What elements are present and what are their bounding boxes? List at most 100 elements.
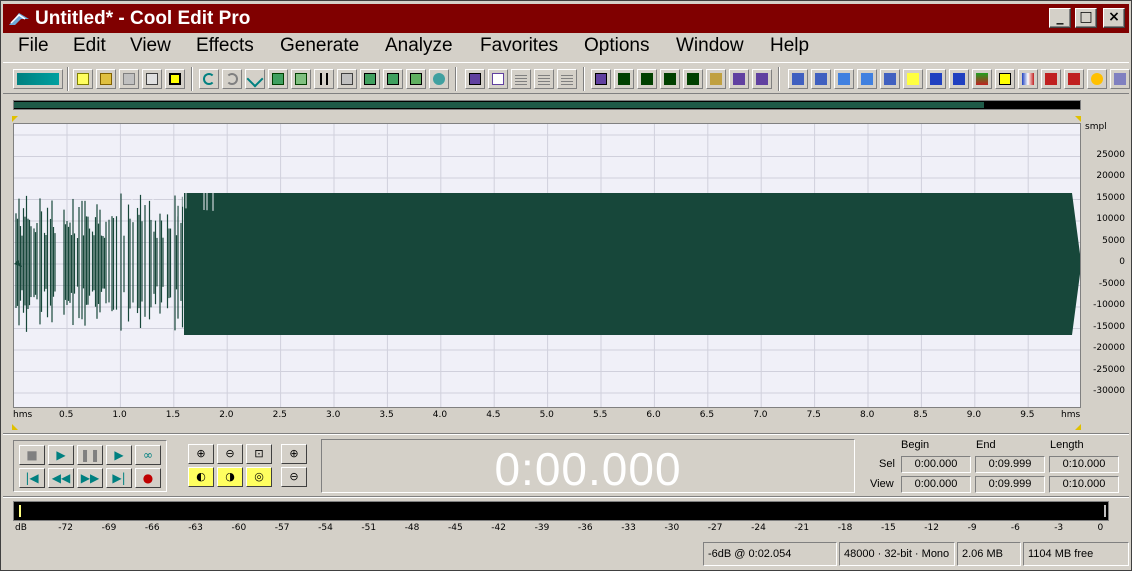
transform-3-icon[interactable]: [660, 69, 680, 89]
effect-8-icon[interactable]: [949, 69, 969, 89]
cut-icon[interactable]: [314, 69, 334, 89]
effect-5-icon[interactable]: [880, 69, 900, 89]
toggle-waveform-view-button[interactable]: [13, 69, 63, 89]
sel-end-field[interactable]: 0:09.999: [975, 456, 1045, 473]
new-file-button[interactable]: [73, 69, 93, 89]
start-marker-bottom-icon[interactable]: [12, 424, 20, 430]
crop-icon[interactable]: [406, 69, 426, 89]
title-bar[interactable]: Untitled* - Cool Edit Pro _ □ ×: [3, 4, 1129, 33]
zoom-selection-button-icon[interactable]: ◎: [246, 467, 272, 487]
effect-11-icon[interactable]: [1018, 69, 1038, 89]
pause-button[interactable]: ❚❚: [77, 445, 103, 465]
meter-scale-label: 0: [1097, 523, 1104, 533]
end-marker-bottom-icon[interactable]: [1075, 424, 1083, 430]
transform-4-icon[interactable]: [683, 69, 703, 89]
zoom-in-icon[interactable]: ⊕: [188, 444, 214, 464]
loop-button[interactable]: ∞: [135, 445, 161, 465]
meter-scale-label: -21: [794, 523, 810, 533]
effect-1-icon[interactable]: [788, 69, 808, 89]
effect-4-icon[interactable]: [857, 69, 877, 89]
effect-7-icon[interactable]: [926, 69, 946, 89]
open-file-button[interactable]: [96, 69, 116, 89]
zoom-in-vertical-icon[interactable]: ⊕: [281, 444, 307, 464]
zoom-selection-icon[interactable]: [488, 69, 508, 89]
transform-6-icon[interactable]: [729, 69, 749, 89]
x-tick-label: 7.5: [806, 410, 821, 420]
effect-9-icon[interactable]: [972, 69, 992, 89]
rewind-button[interactable]: ◀◀: [48, 468, 74, 488]
start-marker-icon[interactable]: [12, 116, 20, 122]
view-begin-field[interactable]: 0:00.000: [901, 476, 971, 493]
save-as-button[interactable]: [142, 69, 162, 89]
menu-window[interactable]: Window: [676, 35, 744, 57]
goto-start-button[interactable]: |◀: [19, 468, 45, 488]
grid-view-3-icon[interactable]: [557, 69, 577, 89]
menu-help[interactable]: Help: [770, 35, 809, 57]
play-to-end-button[interactable]: ▶: [106, 445, 132, 465]
transform-7-icon[interactable]: [752, 69, 772, 89]
view-end-field[interactable]: 0:09.999: [975, 476, 1045, 493]
select-all-icon[interactable]: [465, 69, 485, 89]
waveform-canvas[interactable]: [14, 124, 1081, 408]
minimize-button[interactable]: _: [1049, 8, 1071, 28]
overview-bar[interactable]: [13, 100, 1081, 110]
zoom-left-icon[interactable]: ◐: [188, 467, 214, 487]
sel-begin-field[interactable]: 0:00.000: [901, 456, 971, 473]
overview-visible-range[interactable]: [14, 102, 985, 108]
grid-view-2-icon[interactable]: [534, 69, 554, 89]
meter-scale: dB -72 -69 -66 -63 -60 -57 -54 -51 -48 -45 -42 -39 -3…: [13, 521, 1113, 535]
amplify-icon[interactable]: [591, 69, 611, 89]
menu-options[interactable]: Options: [584, 35, 649, 57]
paste-icon[interactable]: [337, 69, 357, 89]
meter-scale-label: -45: [448, 523, 463, 533]
effect-3-icon[interactable]: [834, 69, 854, 89]
close-button[interactable]: ×: [1103, 8, 1125, 28]
effect-12-icon[interactable]: [1041, 69, 1061, 89]
y-tick-label: 20000: [1096, 171, 1125, 181]
trim-icon[interactable]: [245, 69, 265, 89]
x-unit-label-left: hms: [13, 410, 33, 420]
maximize-button[interactable]: □: [1075, 8, 1097, 28]
zoom-full-icon[interactable]: ⊡: [246, 444, 272, 464]
zoom-out-icon[interactable]: ⊖: [217, 444, 243, 464]
menu-edit[interactable]: Edit: [73, 35, 106, 57]
status-free: 1104 MB free: [1023, 542, 1129, 566]
menu-favorites[interactable]: Favorites: [480, 35, 558, 57]
zoom-out-vertical-icon[interactable]: ⊖: [281, 467, 307, 487]
time-ruler[interactable]: hms hms 0.5 1.0 1.5 2.0 2.5 3.0 3.5 4.0 4.5 5.0 5.…: [13, 408, 1081, 424]
fast-forward-button[interactable]: ▶▶: [77, 468, 103, 488]
waveform-display[interactable]: [13, 123, 1081, 408]
effect-2-icon[interactable]: [811, 69, 831, 89]
close-file-button[interactable]: [165, 69, 185, 89]
goto-end-button[interactable]: ▶|: [106, 468, 132, 488]
effect-13-icon[interactable]: [1064, 69, 1084, 89]
record-button[interactable]: ●: [135, 468, 161, 488]
sel-length-field[interactable]: 0:10.000: [1049, 456, 1119, 473]
undo-icon[interactable]: [199, 69, 219, 89]
copy-icon[interactable]: [268, 69, 288, 89]
menu-generate[interactable]: Generate: [280, 35, 359, 57]
transform-2-icon[interactable]: [637, 69, 657, 89]
stop-button[interactable]: ■: [19, 445, 45, 465]
transform-1-icon[interactable]: [614, 69, 634, 89]
menu-view[interactable]: View: [130, 35, 171, 57]
delete-silence-icon[interactable]: [429, 69, 449, 89]
menu-effects[interactable]: Effects: [196, 35, 254, 57]
grid-view-1-icon[interactable]: [511, 69, 531, 89]
save-file-button[interactable]: [119, 69, 139, 89]
mix-paste-icon[interactable]: [383, 69, 403, 89]
view-length-field[interactable]: 0:10.000: [1049, 476, 1119, 493]
effect-6-icon[interactable]: [903, 69, 923, 89]
copy-new-icon[interactable]: [291, 69, 311, 89]
menu-analyze[interactable]: Analyze: [385, 35, 453, 57]
play-button[interactable]: ▶: [48, 445, 74, 465]
effect-14-icon[interactable]: [1087, 69, 1107, 89]
effect-10-icon[interactable]: [995, 69, 1015, 89]
transform-5-icon[interactable]: [706, 69, 726, 89]
application-window: Untitled* - Cool Edit Pro _ □ × File Edi…: [0, 0, 1132, 571]
menu-file[interactable]: File: [18, 35, 49, 57]
effect-15-icon[interactable]: [1110, 69, 1130, 89]
zoom-right-icon[interactable]: ◑: [217, 467, 243, 487]
redo-icon[interactable]: [222, 69, 242, 89]
paste-new-icon[interactable]: [360, 69, 380, 89]
